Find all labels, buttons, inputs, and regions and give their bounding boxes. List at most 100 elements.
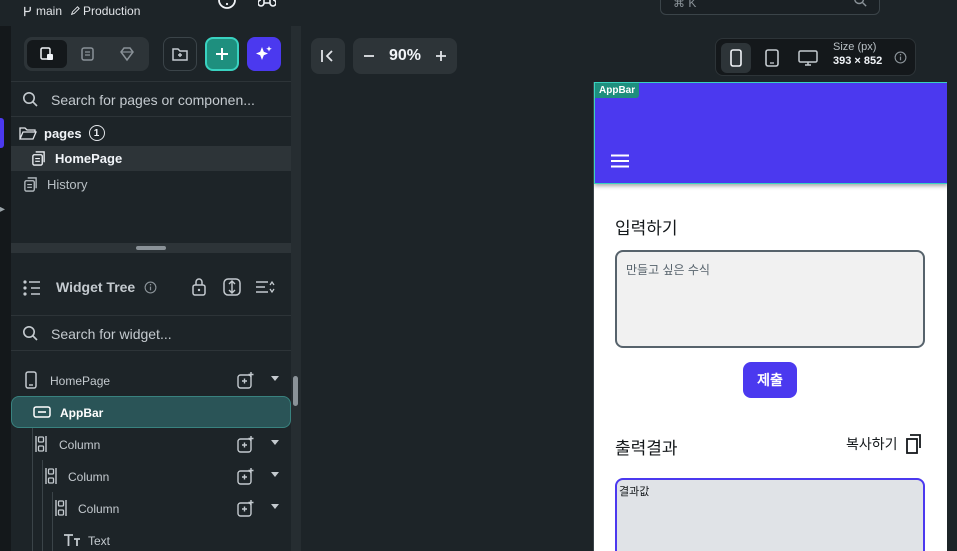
library-mode-tab[interactable] (107, 40, 147, 68)
search-shortcut: ⌘ K (673, 0, 697, 10)
page-icon (32, 151, 45, 166)
tree-item-text[interactable]: Text (11, 525, 291, 551)
page-item-history[interactable]: History (11, 172, 291, 197)
folder-add-icon (172, 48, 188, 61)
tree-item-label: Column (68, 470, 110, 484)
device-desktop-button[interactable] (793, 43, 823, 73)
nav-rail-edge: ▸ (0, 26, 11, 551)
pages-panel: Search for pages or componen... pages 1 … (11, 26, 291, 551)
search-icon (854, 0, 867, 7)
info-icon[interactable] (894, 51, 907, 64)
chevron-down-icon[interactable] (271, 376, 279, 382)
branch-name: main (36, 4, 63, 18)
tree-item-label: Column (59, 438, 101, 452)
resize-grip[interactable] (136, 246, 166, 250)
panel-resize-handle[interactable] (11, 243, 291, 253)
size-value: 393 × 852 (833, 55, 883, 67)
widget-tree-header: Widget Tree (11, 271, 291, 315)
help-icon[interactable] (218, 0, 236, 9)
environment-name: Production (83, 4, 141, 18)
widget-tree-title: Widget Tree (56, 279, 136, 295)
branch-icon (24, 6, 31, 16)
appbar-selection-tag: AppBar (595, 83, 640, 98)
canvas-size[interactable]: Size (px) 393 × 852 (833, 41, 882, 67)
command-icon[interactable] (258, 0, 276, 9)
copy-button[interactable]: 복사하기 (846, 434, 924, 454)
widget-search-placeholder: Search for widget... (51, 326, 172, 342)
page-tree-icon (40, 47, 53, 60)
pencil-icon (70, 6, 80, 16)
widget-search[interactable]: Search for widget... (11, 315, 291, 351)
desktop-icon (798, 50, 818, 66)
zoom-control: 90% (353, 38, 457, 74)
search-icon (23, 92, 38, 107)
tree-item-column[interactable]: Column (11, 429, 291, 459)
page-search-placeholder: Search for pages or componen... (51, 92, 255, 108)
widget-tree-icon (23, 280, 40, 296)
app-bar[interactable]: AppBar (594, 82, 947, 184)
plus-icon (216, 48, 228, 60)
new-folder-button[interactable] (163, 37, 197, 71)
filter-sort-icon[interactable] (254, 277, 276, 297)
scrollbar-thumb[interactable] (293, 376, 298, 406)
result-output[interactable]: 결과값 (615, 478, 925, 551)
page-item-label: HomePage (55, 151, 123, 166)
appbar-icon (33, 406, 51, 418)
input-heading: 입력하기 (615, 219, 678, 238)
column-icon (45, 468, 57, 484)
pages-mode-tab[interactable] (27, 40, 67, 68)
collapse-panel-button[interactable] (311, 38, 345, 74)
formula-input[interactable]: 만들고 싶은 수식 (615, 250, 925, 348)
top-bar: main Production ⌘ K (0, 0, 957, 26)
copy-button-label: 복사하기 (846, 436, 898, 452)
wrap-widget-icon[interactable] (237, 371, 255, 389)
pages-folder[interactable]: pages 1 (19, 123, 105, 143)
chevron-down-icon[interactable] (271, 440, 279, 446)
zoom-out-icon[interactable] (363, 50, 375, 62)
device-phone-button[interactable] (721, 43, 751, 73)
expand-collapse-icon[interactable] (222, 277, 242, 297)
zoom-value[interactable]: 90% (389, 47, 421, 65)
tree-item-appbar[interactable]: AppBar (11, 396, 291, 428)
phone-icon (25, 371, 37, 389)
result-output-placeholder: 결과값 (619, 486, 650, 498)
page-item-label: History (47, 177, 88, 192)
tree-item-column[interactable]: Column (11, 461, 291, 491)
zoom-in-icon[interactable] (435, 50, 447, 62)
branch-indicator[interactable]: main Production (22, 4, 140, 18)
diamond-icon (120, 47, 134, 62)
wrap-widget-icon[interactable] (237, 499, 255, 517)
tree-item-homepage[interactable]: HomePage (11, 365, 291, 395)
nav-rail-active-indicator (0, 118, 4, 148)
phone-icon (730, 49, 742, 67)
size-label: Size (px) (833, 41, 877, 53)
add-page-button[interactable] (205, 37, 239, 71)
column-icon (55, 500, 67, 516)
tablet-icon (765, 49, 779, 67)
page-search[interactable]: Search for pages or componen... (11, 81, 291, 117)
nav-rail-glyph: ▸ (0, 204, 6, 215)
lock-icon[interactable] (191, 277, 207, 297)
device-tablet-button[interactable] (757, 43, 787, 73)
wrap-widget-icon[interactable] (237, 435, 255, 453)
wrap-widget-icon[interactable] (237, 467, 255, 485)
info-icon[interactable] (144, 281, 157, 294)
column-icon (35, 436, 47, 452)
tree-item-label: Text (88, 534, 111, 548)
components-mode-tab[interactable] (67, 40, 107, 68)
menu-icon[interactable] (611, 154, 629, 168)
submit-button[interactable]: 제출 (743, 362, 797, 398)
page-icon (24, 177, 37, 192)
ai-generate-button[interactable] (247, 37, 281, 71)
chevron-down-icon[interactable] (271, 472, 279, 478)
sparkle-icon (256, 46, 272, 60)
tree-item-column[interactable]: Column (11, 493, 291, 523)
search-icon (23, 326, 38, 341)
global-search[interactable]: ⌘ K (660, 0, 880, 15)
output-heading: 출력결과 (615, 439, 678, 458)
panel-vertical-scrollbar[interactable] (291, 26, 301, 551)
page-item-homepage[interactable]: HomePage (11, 146, 291, 171)
tree-item-label: Column (78, 502, 120, 516)
chevron-down-icon[interactable] (271, 504, 279, 510)
tree-item-label: HomePage (50, 374, 111, 388)
